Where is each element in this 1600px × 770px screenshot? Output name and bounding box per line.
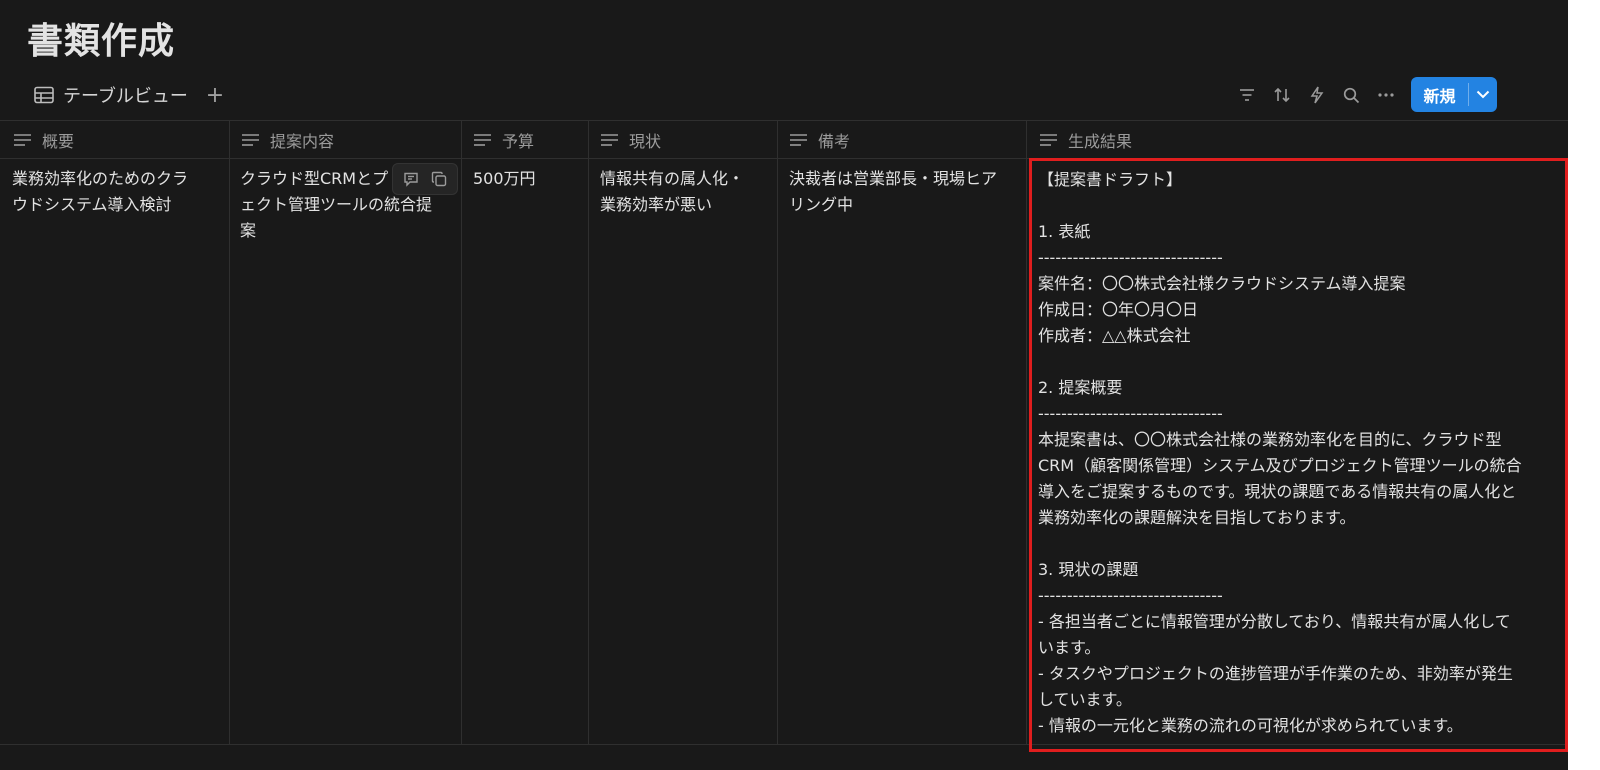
text-property-icon xyxy=(601,134,618,146)
copy-icon[interactable] xyxy=(426,166,452,192)
row-bottom-border xyxy=(0,744,1568,745)
comment-icon[interactable] xyxy=(398,166,424,192)
column-divider xyxy=(229,121,230,745)
page-title: 書類作成 xyxy=(27,21,176,62)
cell-summary[interactable]: 業務効率化のためのクラ ウドシステム導入検討 xyxy=(12,166,224,218)
text-property-icon xyxy=(1040,134,1057,146)
column-divider xyxy=(777,121,778,745)
new-button-group: 新規 xyxy=(1411,77,1497,112)
notion-database-page: 書類作成 テーブルビュー + 新規 概要 提案内容 予算 現状 備考 生成結果 … xyxy=(0,0,1600,770)
header-bottom-border xyxy=(0,158,1568,159)
search-icon[interactable] xyxy=(1338,82,1364,108)
text-property-icon xyxy=(242,134,259,146)
column-header-proposal[interactable]: 提案内容 xyxy=(241,121,334,159)
new-button[interactable]: 新規 xyxy=(1411,77,1468,112)
cell-hover-actions xyxy=(392,163,458,195)
more-icon[interactable] xyxy=(1373,82,1399,108)
column-divider xyxy=(461,121,462,745)
filter-icon[interactable] xyxy=(1234,82,1260,108)
column-header-budget[interactable]: 予算 xyxy=(473,121,534,159)
column-divider xyxy=(1026,121,1027,745)
column-header-label: 概要 xyxy=(42,132,75,151)
window-edge xyxy=(1568,0,1600,770)
table-top-border xyxy=(0,120,1568,121)
column-header-label: 予算 xyxy=(502,132,535,151)
column-header-result[interactable]: 生成結果 xyxy=(1039,121,1132,159)
column-header-label: 生成結果 xyxy=(1068,132,1133,151)
column-header-label: 現状 xyxy=(629,132,662,151)
new-dropdown-button[interactable] xyxy=(1469,77,1497,112)
text-property-icon xyxy=(474,134,491,146)
cell-notes[interactable]: 決裁者は営業部長・現場ヒア リング中 xyxy=(789,166,1021,218)
column-header-notes[interactable]: 備考 xyxy=(789,121,850,159)
text-property-icon xyxy=(14,134,31,146)
view-tab-label: テーブルビュー xyxy=(63,86,188,107)
column-header-status[interactable]: 現状 xyxy=(600,121,661,159)
cell-budget[interactable]: 500万円 xyxy=(473,166,583,192)
text-property-icon xyxy=(790,134,807,146)
sort-icon[interactable] xyxy=(1269,82,1295,108)
chevron-down-icon xyxy=(1476,90,1490,99)
cell-result[interactable]: 【提案書ドラフト】 1. 表紙 ------------------------… xyxy=(1038,167,1558,742)
column-divider xyxy=(588,121,589,745)
cell-status[interactable]: 情報共有の属人化・ 業務効率が悪い xyxy=(600,166,772,218)
column-header-label: 提案内容 xyxy=(270,132,335,151)
column-header-summary[interactable]: 概要 xyxy=(13,121,74,159)
add-view-button[interactable]: + xyxy=(204,80,226,110)
automation-bolt-icon[interactable] xyxy=(1304,82,1330,108)
table-icon xyxy=(34,86,54,104)
column-header-label: 備考 xyxy=(818,132,851,151)
table-view-tab[interactable]: テーブルビュー xyxy=(34,80,188,110)
